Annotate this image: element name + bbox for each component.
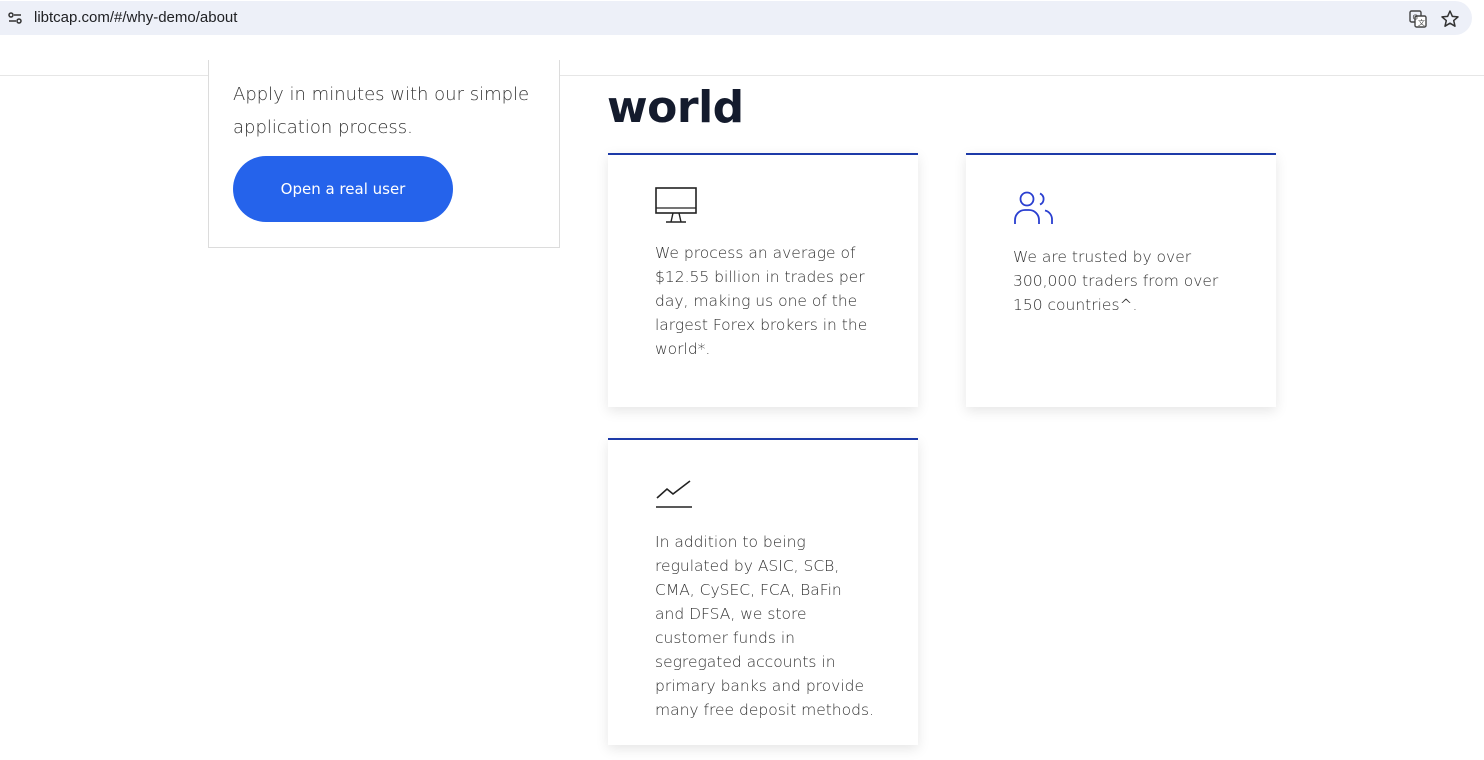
card-text: In addition to being regulated by ASIC, … xyxy=(655,533,874,719)
feature-card-trust: We are trusted by over 300,000 traders f… xyxy=(966,153,1276,407)
users-icon xyxy=(1014,191,1053,224)
monitor-icon xyxy=(655,187,697,223)
site-info-icon[interactable] xyxy=(6,9,24,27)
address-bar[interactable]: libtcap.com/#/why-demo/about G 文 xyxy=(0,1,1472,35)
apply-card: Apply in minutes with our simple applica… xyxy=(208,60,560,248)
chart-line-icon xyxy=(656,480,692,508)
feature-card-regulation: In addition to being regulated by ASIC, … xyxy=(608,438,918,745)
open-real-user-button[interactable]: Open a real user xyxy=(233,156,453,222)
url-text[interactable]: libtcap.com/#/why-demo/about xyxy=(34,9,237,26)
section-heading: world xyxy=(607,82,744,133)
translate-icon[interactable]: G 文 xyxy=(1408,9,1428,29)
card-text: We are trusted by over 300,000 traders f… xyxy=(1013,248,1219,314)
svg-text:文: 文 xyxy=(1418,18,1425,27)
apply-text: Apply in minutes with our simple applica… xyxy=(233,84,530,138)
card-text: We process an average of $12.55 billion … xyxy=(655,244,868,358)
bookmark-star-icon[interactable] xyxy=(1440,9,1460,29)
feature-card-volume: We process an average of $12.55 billion … xyxy=(608,153,918,407)
